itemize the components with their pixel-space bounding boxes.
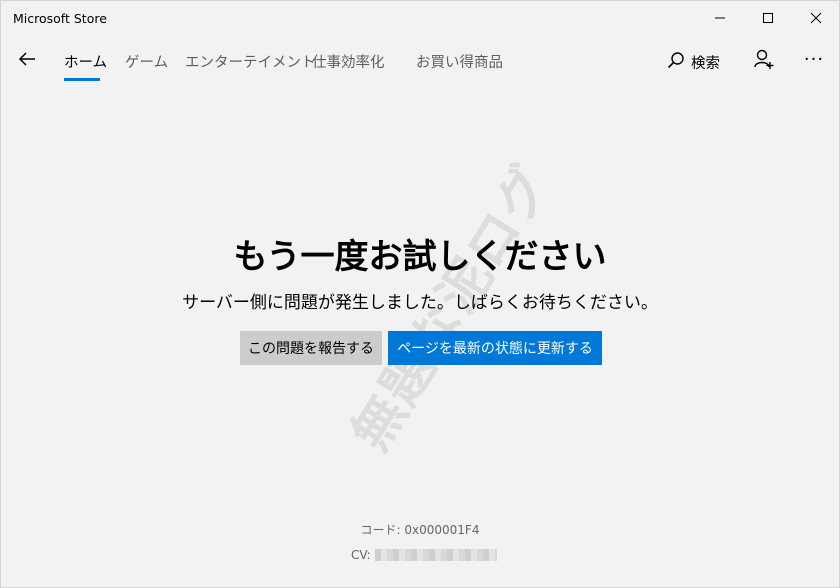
refresh-page-button[interactable]: ページを最新の状態に更新する xyxy=(388,331,602,365)
search-label: 検索 xyxy=(691,55,720,72)
tab-productivity[interactable]: 仕事効率化 xyxy=(312,51,385,72)
maximize-icon xyxy=(762,12,774,24)
search-button[interactable]: 検索 xyxy=(667,49,720,75)
tab-home[interactable]: ホーム xyxy=(64,51,107,72)
title-bar: Microsoft Store xyxy=(1,1,839,37)
active-tab-indicator xyxy=(64,78,100,81)
close-icon xyxy=(810,12,822,24)
tab-entertainment[interactable]: エンターテイメント xyxy=(185,51,316,72)
back-button[interactable] xyxy=(9,45,45,77)
minimize-icon xyxy=(714,12,726,24)
tab-games[interactable]: ゲーム xyxy=(125,51,168,72)
cv-label: CV: xyxy=(351,548,371,562)
cv-redacted-value xyxy=(374,549,497,561)
cv-line: CV: xyxy=(351,547,497,563)
minimize-button[interactable] xyxy=(697,1,743,35)
maximize-button[interactable] xyxy=(745,1,791,35)
error-message: サーバー側に問題が発生しました。しばらくお待ちください。 xyxy=(182,293,658,313)
tab-deals[interactable]: お買い得商品 xyxy=(416,51,503,72)
account-add-icon xyxy=(753,48,775,74)
back-arrow-icon xyxy=(18,51,36,71)
close-button[interactable] xyxy=(793,1,839,35)
store-window: Microsoft Store ホーム ゲーム エンターテイメント 仕事効率化 xyxy=(0,0,840,588)
error-code: コード: 0x000001F4 xyxy=(360,523,480,537)
more-options-button[interactable]: ··· xyxy=(799,45,829,73)
report-problem-button[interactable]: この問題を報告する xyxy=(240,331,382,365)
account-button[interactable] xyxy=(749,47,779,75)
app-title: Microsoft Store xyxy=(13,11,107,26)
nav-bar: ホーム ゲーム エンターテイメント 仕事効率化 お買い得商品 検索 ··· xyxy=(1,37,839,85)
error-headline: もう一度お試しください xyxy=(233,237,607,277)
search-icon xyxy=(667,51,685,73)
